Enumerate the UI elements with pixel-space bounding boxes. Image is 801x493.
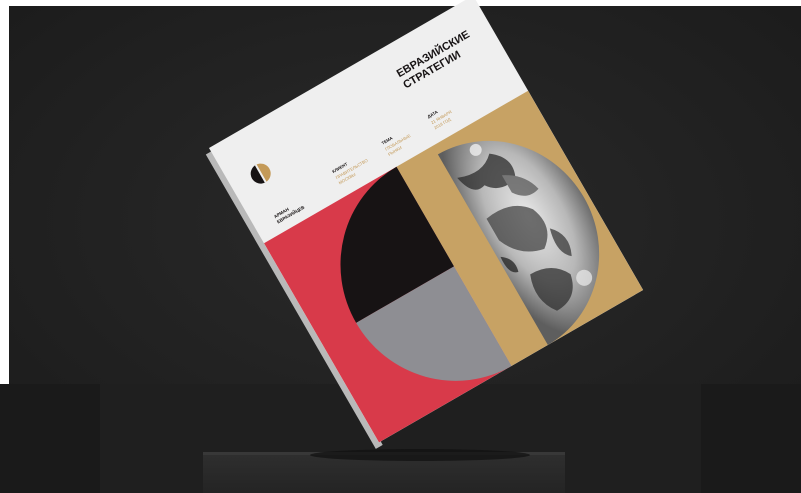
book-shadow: [310, 449, 530, 461]
white-border-top: [0, 0, 801, 6]
book-mockup-scene: ЕВРАЗИЙСКИЕ СТРАТЕГИИ АРМАН ЕВРАЗИЙЦЕВ К…: [0, 0, 801, 493]
white-border-left: [0, 0, 9, 384]
